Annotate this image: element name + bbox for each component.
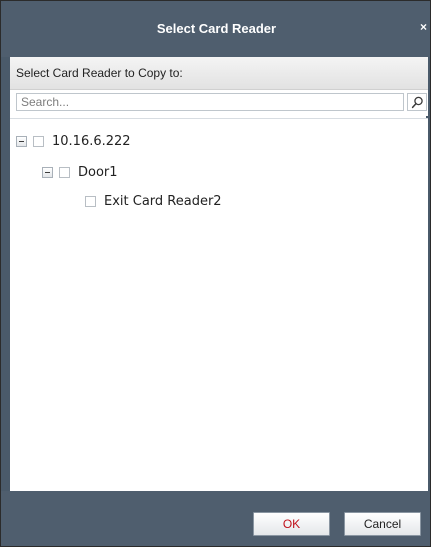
search-button[interactable] (407, 93, 427, 111)
section-heading: Select Card Reader to Copy to: (16, 66, 183, 80)
tree-node-label: Door1 (78, 164, 118, 180)
dialog-frame-left (1, 1, 10, 546)
search-bar (10, 90, 428, 116)
collapse-icon[interactable] (42, 166, 53, 178)
device-checkbox[interactable] (33, 135, 44, 147)
tree-node-device[interactable]: 10.16.6.222 (16, 133, 131, 149)
search-icon (411, 96, 423, 109)
search-input[interactable] (16, 93, 404, 111)
cancel-button[interactable]: Cancel (344, 512, 421, 536)
ok-button[interactable]: OK (253, 512, 330, 536)
dialog-titlebar[interactable]: Select Card Reader × (1, 1, 430, 57)
select-card-reader-dialog: Select Card Reader × Select Card Reader … (0, 0, 431, 547)
close-icon[interactable]: × (420, 21, 427, 34)
card-reader-tree: 10.16.6.222 Door1 Exit Card Reader2 (10, 118, 428, 492)
dialog-title: Select Card Reader (156, 21, 277, 36)
dialog-footer: OK Cancel (1, 491, 430, 546)
tree-node-door[interactable]: Door1 (42, 164, 118, 180)
section-heading-bar: Select Card Reader to Copy to: (10, 57, 428, 90)
tree-node-label: Exit Card Reader2 (104, 193, 222, 209)
tree-node-card-reader[interactable]: Exit Card Reader2 (85, 193, 222, 209)
tree-node-label: 10.16.6.222 (52, 133, 131, 149)
card-reader-checkbox[interactable] (85, 195, 96, 207)
door-checkbox[interactable] (59, 166, 70, 178)
collapse-icon[interactable] (16, 135, 27, 147)
